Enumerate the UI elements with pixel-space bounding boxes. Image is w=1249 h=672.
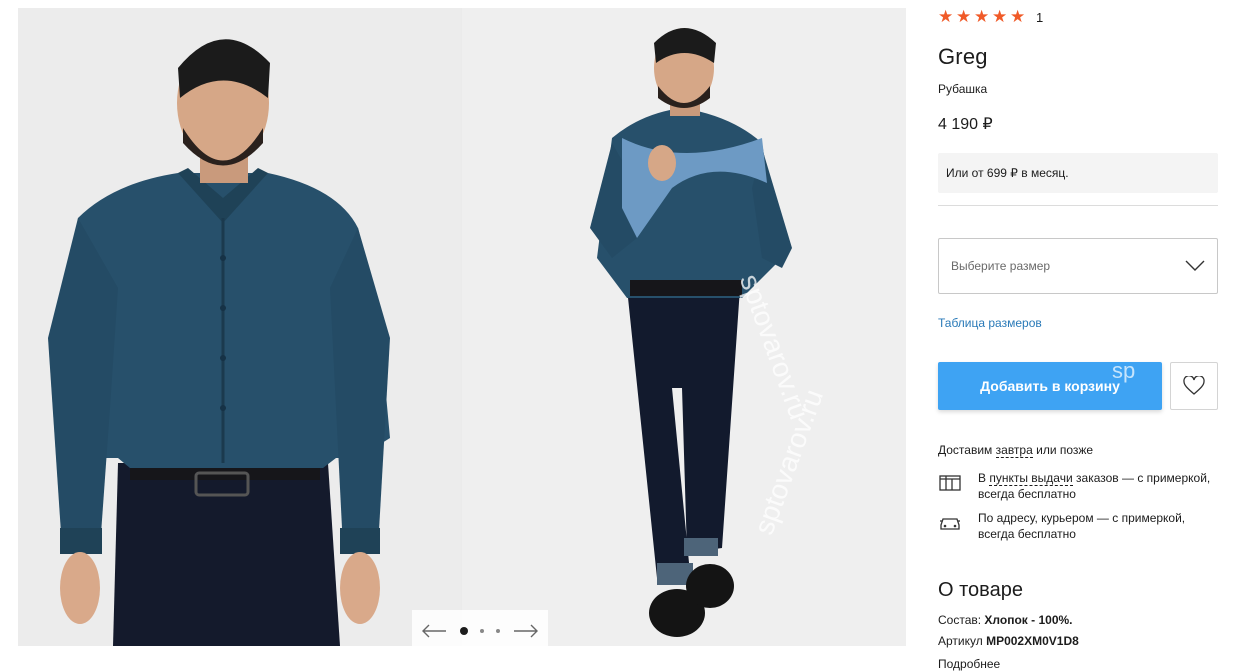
courier-car-icon bbox=[940, 518, 960, 530]
pickup-point-icon bbox=[939, 475, 961, 491]
sku: Артикул MP002XM0V1D8 bbox=[938, 634, 1079, 648]
gallery-controls bbox=[412, 610, 548, 646]
product-photo-front[interactable] bbox=[18, 8, 461, 646]
about-product-title: О товаре bbox=[938, 579, 1023, 601]
delivery-option-pickup: В пункты выдачи заказов — с примеркой, в… bbox=[938, 470, 1218, 502]
delivery-info: Доставим завтра или позже bbox=[938, 443, 1094, 458]
next-arrow-icon[interactable] bbox=[512, 621, 540, 641]
model-front-illustration bbox=[18, 8, 461, 646]
installment-info: Или от 699 ₽ в месяц. bbox=[938, 153, 1218, 193]
gallery-dot-active[interactable] bbox=[460, 627, 468, 635]
rating-count[interactable]: 1 bbox=[1036, 10, 1043, 25]
rating[interactable]: ★ ★ ★ ★ ★ 1 bbox=[938, 7, 1043, 26]
divider bbox=[938, 205, 1218, 206]
heart-icon bbox=[1183, 376, 1205, 395]
delivery-text: Доставим bbox=[938, 443, 996, 457]
size-select-placeholder: Выберите размер bbox=[951, 259, 1051, 273]
size-table-link[interactable]: Таблица размеров bbox=[938, 316, 1042, 330]
chevron-down-icon bbox=[1185, 260, 1205, 271]
delivery-date-link[interactable]: завтра bbox=[995, 443, 1033, 458]
gallery-dot[interactable] bbox=[496, 629, 500, 633]
sku-value: MP002XM0V1D8 bbox=[986, 634, 1079, 648]
prev-arrow-icon[interactable] bbox=[420, 621, 448, 641]
delivery-option-courier-text: По адресу, курьером — с примеркой, всегд… bbox=[978, 511, 1186, 541]
brand-name[interactable]: Greg bbox=[938, 44, 988, 70]
size-select[interactable]: Выберите размер bbox=[938, 238, 1218, 294]
installment-text: Или от 699 ₽ в месяц. bbox=[946, 166, 1069, 180]
add-to-cart-button[interactable]: Добавить в корзину bbox=[938, 362, 1162, 410]
more-details-link[interactable]: Подробнее bbox=[938, 657, 1000, 671]
delivery-option-courier: По адресу, курьером — с примеркой, всегд… bbox=[938, 510, 1218, 542]
delivery-option-pickup-text: В пункты выдачи заказов — с примеркой, в… bbox=[978, 470, 1218, 502]
favorite-button[interactable] bbox=[1170, 362, 1218, 410]
star-icon: ★ bbox=[992, 7, 1008, 26]
composition: Состав: Хлопок - 100%. bbox=[938, 613, 1073, 627]
pickup-points-link[interactable]: пункты выдачи bbox=[989, 471, 1073, 486]
pickup-text-pre: В bbox=[978, 471, 990, 485]
product-price: 4 190 ₽ bbox=[938, 116, 993, 133]
gallery-dot[interactable] bbox=[480, 629, 484, 633]
product-photo-walking[interactable] bbox=[462, 8, 906, 646]
product-gallery[interactable]: sptovarov.ru sptovarov.ru bbox=[18, 8, 906, 646]
star-icon: ★ bbox=[956, 7, 972, 26]
composition-value: Хлопок - 100%. bbox=[984, 613, 1073, 627]
star-icon: ★ bbox=[1010, 7, 1026, 26]
product-category: Рубашка bbox=[938, 82, 988, 96]
gallery-dots bbox=[460, 627, 500, 635]
star-icon: ★ bbox=[974, 7, 990, 26]
star-icon: ★ bbox=[938, 7, 954, 26]
sku-label: Артикул bbox=[938, 634, 987, 648]
delivery-text-end: или позже bbox=[1032, 443, 1094, 457]
model-walking-illustration bbox=[462, 8, 906, 646]
composition-label: Состав: bbox=[938, 613, 985, 627]
